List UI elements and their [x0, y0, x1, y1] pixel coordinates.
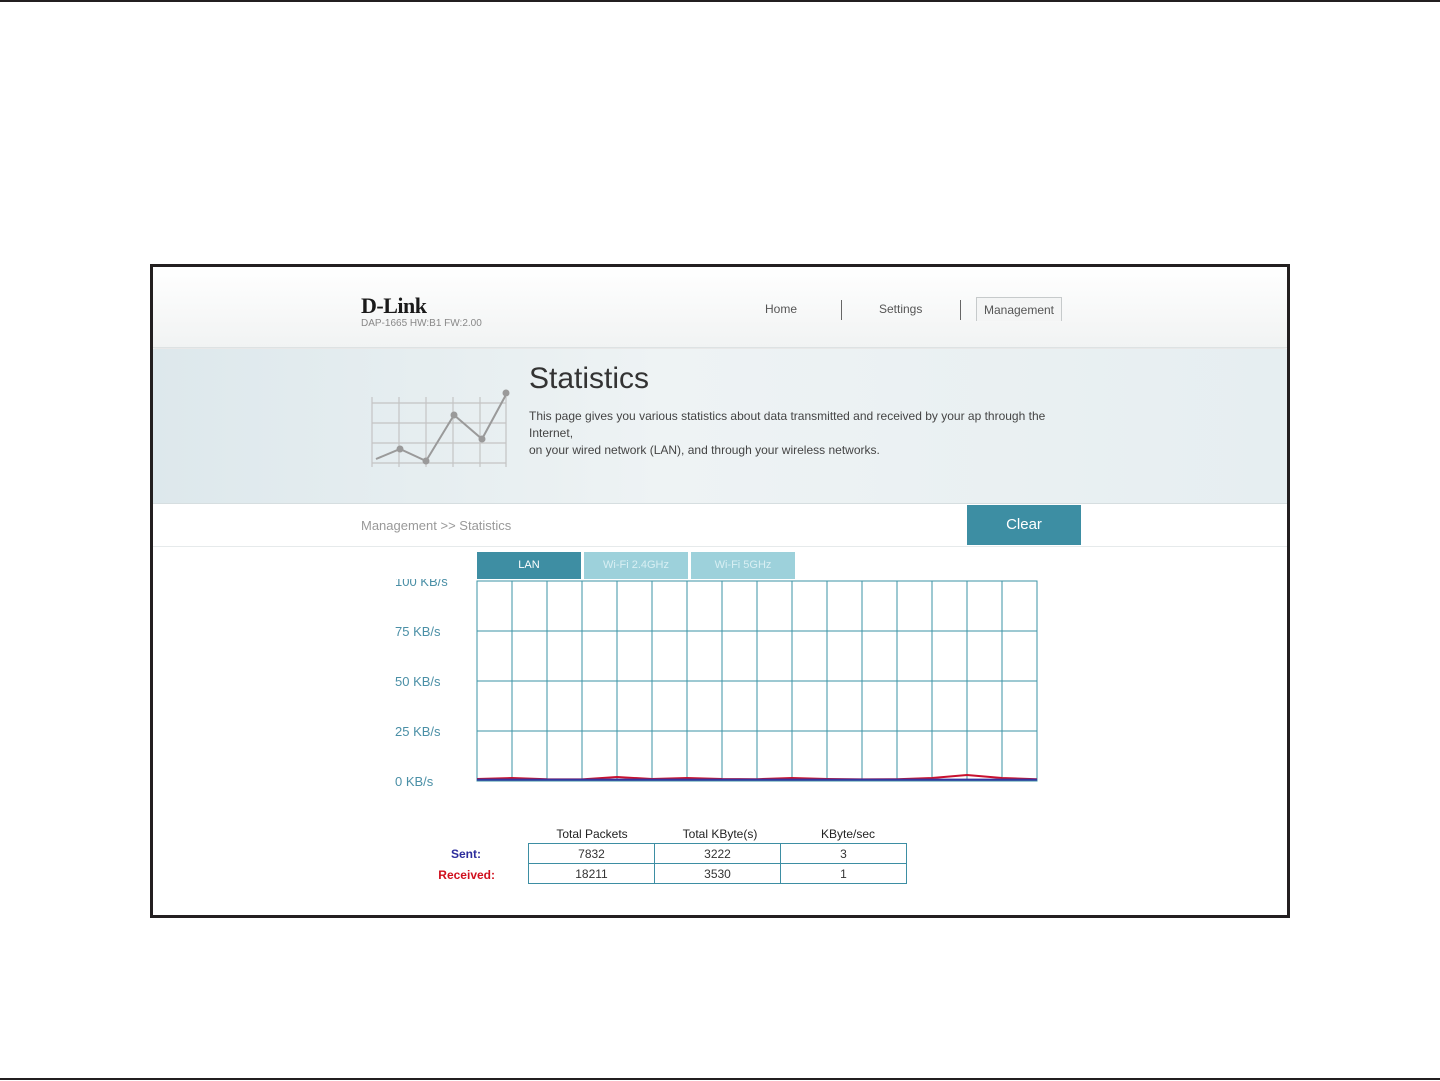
divider [153, 546, 1287, 547]
y-tick-label: 25 KB/s [395, 724, 441, 739]
description-line-1: This page gives you various statistics a… [529, 409, 1046, 440]
received-total-packets: 18211 [528, 863, 655, 884]
table-row-sent: 7832 3222 3 [528, 843, 907, 864]
page-banner: Statistics This page gives you various s… [153, 349, 1287, 504]
received-label: Received: [438, 868, 495, 882]
page-description: This page gives you various statistics a… [529, 408, 1089, 459]
top-navigation-bar: D-Link DAP-1665 HW:B1 FW:2.00 Home Setti… [153, 267, 1287, 348]
clear-button[interactable]: Clear [967, 505, 1081, 545]
breadcrumb: Management >> Statistics [361, 518, 512, 533]
description-line-2: on your wired network (LAN), and through… [529, 443, 880, 457]
nav-settings[interactable]: Settings [879, 302, 922, 316]
table-row-received: 18211 3530 1 [528, 863, 907, 884]
received-total-kbytes: 3530 [654, 863, 781, 884]
device-info: DAP-1665 HW:B1 FW:2.00 [361, 318, 482, 329]
top-rule [0, 0, 1440, 2]
y-tick-label: 75 KB/s [395, 624, 441, 639]
y-tick-label: 0 KB/s [395, 774, 434, 789]
column-header-kbyte-sec: KByte/sec [820, 827, 876, 841]
statistics-table: 7832 3222 3 18211 3530 1 [528, 843, 907, 884]
sent-total-packets: 7832 [528, 843, 655, 864]
column-header-total-packets: Total Packets [556, 827, 628, 841]
nav-separator [841, 300, 842, 320]
nav-management[interactable]: Management [976, 297, 1062, 321]
nav-separator [960, 300, 961, 320]
received-kbyte-sec: 1 [780, 863, 907, 884]
column-header-total-kbytes: Total KByte(s) [682, 827, 758, 841]
traffic-chart: 100 KB/s 75 KB/s 50 KB/s 25 KB/s 0 KB/s [395, 579, 1038, 789]
tab-wifi-5ghz[interactable]: Wi-Fi 5GHz [691, 552, 795, 579]
sent-kbyte-sec: 3 [780, 843, 907, 864]
d-link-logo[interactable]: D-Link [361, 293, 427, 319]
y-tick-label: 100 KB/s [395, 579, 448, 589]
y-tick-label: 50 KB/s [395, 674, 441, 689]
nav-home[interactable]: Home [765, 302, 797, 316]
tab-wifi-2-4ghz[interactable]: Wi-Fi 2.4GHz [584, 552, 688, 579]
sent-label: Sent: [451, 847, 481, 861]
statistics-chart-icon [371, 389, 510, 467]
page-title: Statistics [529, 362, 650, 395]
bottom-rule [0, 1078, 1440, 1080]
sent-total-kbytes: 3222 [654, 843, 781, 864]
tab-lan[interactable]: LAN [477, 552, 581, 579]
router-ui-frame: D-Link DAP-1665 HW:B1 FW:2.00 Home Setti… [150, 264, 1290, 918]
